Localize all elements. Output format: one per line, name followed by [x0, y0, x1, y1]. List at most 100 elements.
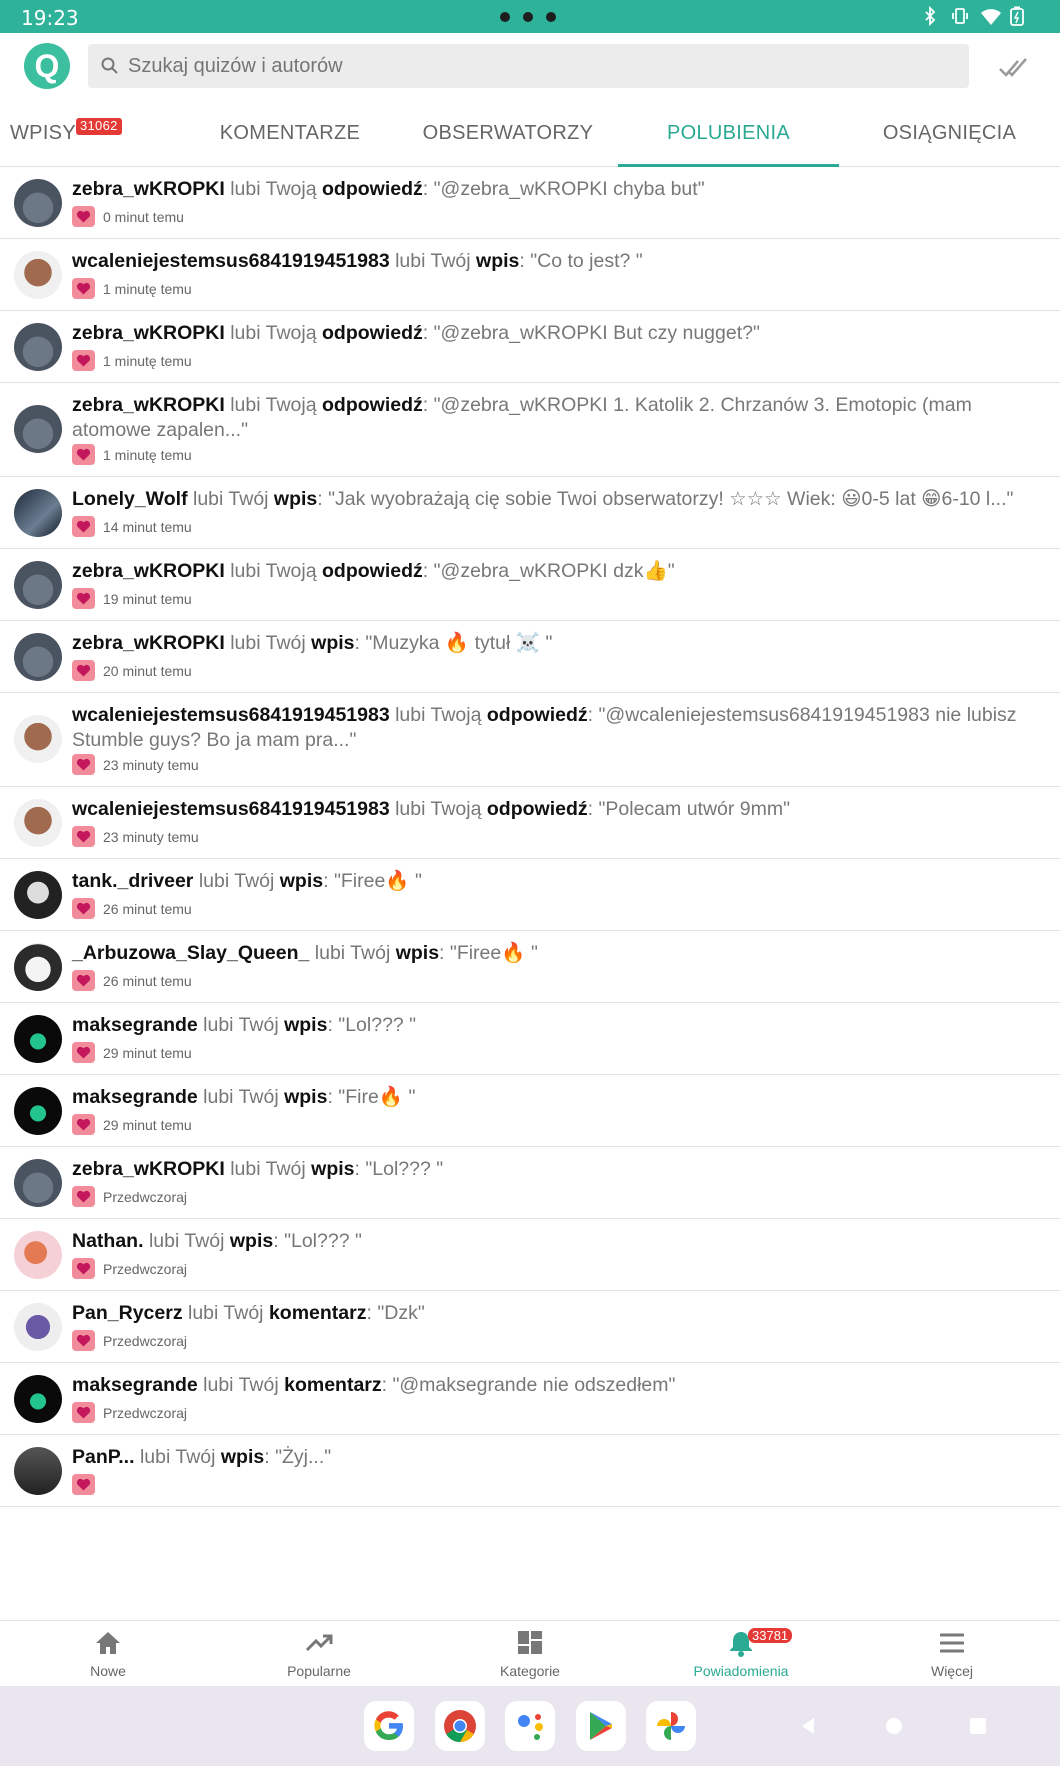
app-logo[interactable]: Q [24, 43, 70, 89]
timestamp: 0 minut temu [103, 208, 184, 225]
timestamp: Przedwczoraj [103, 1404, 188, 1421]
username[interactable]: zebra_wKROPKI [72, 178, 225, 200]
tab-polubienia[interactable]: POLUBIENIA [618, 101, 839, 167]
nav-nowe[interactable]: Nowe [2, 1621, 214, 1687]
username[interactable]: PanP... [72, 1446, 135, 1468]
avatar[interactable] [14, 1087, 62, 1135]
avatar[interactable] [14, 1303, 62, 1351]
notification-row[interactable]: wcaleniejestemsus6841919451983 lubi Twoj… [0, 693, 1060, 787]
play-store-icon[interactable] [576, 1701, 626, 1751]
notification-meta: 29 minut temu [72, 1042, 192, 1063]
notification-row[interactable]: wcaleniejestemsus6841919451983 lubi Twój… [0, 239, 1060, 311]
action-verb: lubi Twoją [395, 798, 482, 820]
notification-row[interactable]: zebra_wKROPKI lubi Twoją odpowiedź: "@ze… [0, 311, 1060, 383]
username[interactable]: zebra_wKROPKI [72, 394, 225, 416]
quoted-content: "Firee🔥 " [449, 942, 538, 964]
avatar[interactable] [14, 943, 62, 991]
notification-text: tank._driveer lubi Twój wpis: "Firee🔥 " [72, 870, 422, 892]
notification-row[interactable]: maksegrande lubi Twój wpis: "Fire🔥 " 29 m… [0, 1075, 1060, 1147]
username[interactable]: tank._driveer [72, 870, 193, 892]
nav-powiadomienia[interactable]: 33781 Powiadomienia [635, 1621, 847, 1687]
notification-row[interactable]: wcaleniejestemsus6841919451983 lubi Twoj… [0, 787, 1060, 859]
nav-wiecej[interactable]: Więcej [846, 1621, 1058, 1687]
system-navigation-bar [0, 1686, 1060, 1766]
heart-icon [72, 754, 95, 775]
heart-icon [72, 278, 95, 299]
notification-row[interactable]: _Arbuzowa_Slay_Queen_ lubi Twój wpis: "F… [0, 931, 1060, 1003]
username[interactable]: zebra_wKROPKI [72, 1158, 225, 1180]
avatar[interactable] [14, 1159, 62, 1207]
tab-osiagniecia[interactable]: OSIĄGNIĘCIA [839, 101, 1060, 167]
notification-row[interactable]: Pan_Rycerz lubi Twój komentarz: "Dzk" Prz… [0, 1291, 1060, 1363]
notification-row[interactable]: zebra_wKROPKI lubi Twój wpis: "Muzyka 🔥 … [0, 621, 1060, 693]
notification-row[interactable]: Lonely_Wolf lubi Twój wpis: "Jak wyobraż… [0, 477, 1060, 549]
avatar[interactable] [14, 1231, 62, 1279]
recents-icon[interactable] [968, 1716, 988, 1736]
search-input[interactable] [128, 44, 948, 88]
avatar[interactable] [14, 715, 62, 763]
timestamp: 29 minut temu [103, 1116, 192, 1133]
notification-row[interactable]: PanP... lubi Twój wpis: "Żyj..." [0, 1435, 1060, 1507]
notification-row[interactable]: tank._driveer lubi Twój wpis: "Firee🔥 " 2… [0, 859, 1060, 931]
tab-obserwatorzy[interactable]: OBSERWATORZY [398, 101, 618, 167]
notification-row[interactable]: zebra_wKROPKI lubi Twoją odpowiedź: "@ze… [0, 383, 1060, 477]
username[interactable]: wcaleniejestemsus6841919451983 [72, 798, 390, 820]
nav-label: Kategorie [500, 1663, 560, 1679]
notification-row[interactable]: maksegrande lubi Twój komentarz: "@makse… [0, 1363, 1060, 1435]
avatar[interactable] [14, 405, 62, 453]
mark-all-read-icon[interactable] [998, 53, 1028, 81]
username[interactable]: zebra_wKROPKI [72, 632, 225, 654]
username[interactable]: maksegrande [72, 1014, 198, 1036]
avatar[interactable] [14, 1375, 62, 1423]
quoted-content: "Żyj..." [275, 1446, 332, 1468]
tab-wpisy[interactable]: WPISY 31062 [0, 101, 140, 167]
notification-row[interactable]: zebra_wKROPKI lubi Twoją odpowiedź: "@ze… [0, 167, 1060, 239]
avatar[interactable] [14, 1015, 62, 1063]
home-button-icon[interactable] [884, 1716, 904, 1736]
back-icon[interactable] [798, 1716, 818, 1736]
notification-row[interactable]: maksegrande lubi Twój wpis: "Lol??? " 29 … [0, 1003, 1060, 1075]
nav-popularne[interactable]: Popularne [213, 1621, 425, 1687]
avatar[interactable] [14, 561, 62, 609]
camera-dots [500, 12, 556, 22]
avatar[interactable] [14, 1447, 62, 1495]
notification-meta: 19 minut temu [72, 588, 192, 609]
content-kind: wpis [311, 1158, 355, 1180]
notification-row[interactable]: zebra_wKROPKI lubi Twój wpis: "Lol??? " P… [0, 1147, 1060, 1219]
photos-icon[interactable] [646, 1701, 696, 1751]
search-bar[interactable] [88, 44, 969, 88]
content-kind: wpis [220, 1446, 265, 1468]
notification-row[interactable]: Nathan. lubi Twój wpis: "Lol??? " Przedwc… [0, 1219, 1060, 1291]
avatar[interactable] [14, 489, 62, 537]
quoted-content: "@zebra_wKROPKI But czy nugget?" [433, 322, 760, 344]
username[interactable]: zebra_wKROPKI [72, 560, 225, 582]
quoted-content: "Fire🔥 " [338, 1086, 416, 1108]
username[interactable]: _Arbuzowa_Slay_Queen_ [72, 942, 309, 964]
avatar[interactable] [14, 179, 62, 227]
chrome-icon[interactable] [435, 1701, 485, 1751]
assistant-icon[interactable] [505, 1701, 555, 1751]
tab-label: OSIĄGNIĘCIA [882, 122, 1017, 144]
avatar[interactable] [14, 323, 62, 371]
username[interactable]: Pan_Rycerz [72, 1302, 183, 1324]
username[interactable]: wcaleniejestemsus6841919451983 [72, 250, 390, 272]
tab-komentarze[interactable]: KOMENTARZE [180, 101, 400, 167]
username[interactable]: maksegrande [72, 1086, 198, 1108]
content-kind: odpowiedź [486, 704, 588, 726]
username[interactable]: Lonely_Wolf [72, 488, 188, 510]
google-app-icon[interactable] [364, 1701, 414, 1751]
avatar[interactable] [14, 871, 62, 919]
timestamp: Przedwczoraj [103, 1188, 188, 1205]
notification-row[interactable]: zebra_wKROPKI lubi Twoją odpowiedź: "@ze… [0, 549, 1060, 621]
nav-kategorie[interactable]: Kategorie [424, 1621, 636, 1687]
username[interactable]: Nathan. [72, 1230, 144, 1252]
username[interactable]: maksegrande [72, 1374, 198, 1396]
avatar[interactable] [14, 799, 62, 847]
avatar[interactable] [14, 251, 62, 299]
avatar[interactable] [14, 633, 62, 681]
heart-icon [72, 1474, 95, 1495]
username[interactable]: wcaleniejestemsus6841919451983 [72, 704, 390, 726]
notification-text: zebra_wKROPKI lubi Twoją odpowiedź: "@ze… [72, 178, 705, 200]
nav-label: Popularne [287, 1663, 351, 1679]
username[interactable]: zebra_wKROPKI [72, 322, 225, 344]
